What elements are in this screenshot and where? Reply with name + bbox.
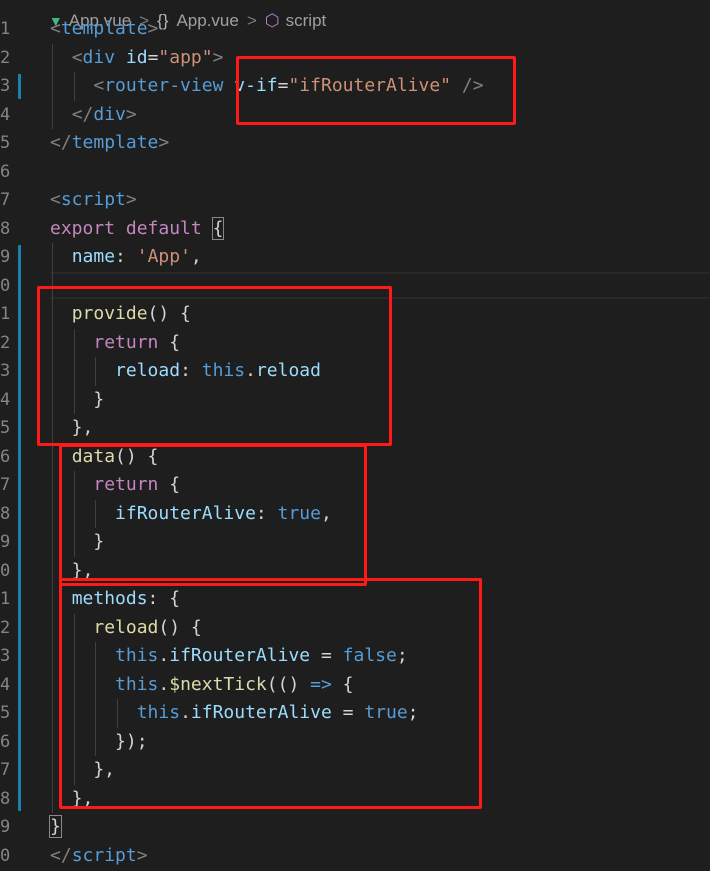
line-number: 3: [0, 361, 11, 381]
code-token: <: [50, 189, 61, 210]
code-token: script: [60, 189, 126, 210]
line-number: 4: [0, 389, 11, 410]
code-token: >: [158, 132, 170, 153]
line-number: 0: [0, 275, 11, 296]
line-number: 2: [0, 617, 11, 638]
line-number: 3: [0, 76, 11, 96]
line-number: 7: [0, 475, 11, 495]
breadcrumb-component[interactable]: App.vue: [176, 11, 238, 30]
line-number: 9: [0, 247, 11, 267]
line-number: 7: [0, 760, 11, 780]
code-token: </: [50, 132, 72, 153]
code-token: <: [71, 46, 83, 68]
code-token: <: [50, 18, 61, 39]
code-token: >: [125, 103, 137, 125]
code-token: =: [147, 46, 159, 68]
line-number: 8: [0, 788, 11, 809]
code-editor[interactable]: ▼ App.vue >{} App.vue > ⬡ script 1234567890123…: [0, 0, 710, 871]
code-token: default: [125, 217, 202, 239]
code-line[interactable]: </script>: [50, 842, 148, 871]
code-token: :: [115, 246, 137, 267]
line-number: 0: [0, 845, 11, 866]
highlight-box-methods: [59, 578, 482, 809]
code-token: </: [50, 844, 72, 866]
line-number: 9: [0, 532, 11, 552]
line-number: 7: [0, 190, 11, 210]
code-line[interactable]: <template>: [50, 15, 158, 44]
breadcrumb-section[interactable]: script: [286, 11, 327, 30]
code-line[interactable]: }: [49, 813, 62, 842]
breadcrumb: ▼ App.vue >{} App.vue > ⬡ script: [0, 0, 710, 30]
code-line[interactable]: <div id="app">: [50, 44, 224, 73]
breadcrumb-braces-icon: {}: [157, 11, 169, 30]
line-number: 5: [0, 133, 11, 153]
code-line[interactable]: </template>: [50, 129, 169, 158]
line-number: 6: [0, 731, 11, 752]
code-token: >: [147, 18, 159, 39]
highlight-box-provide: [37, 286, 392, 446]
highlight-box-v-if: [236, 56, 516, 125]
code-token: ,: [190, 246, 202, 267]
line-number: 4: [0, 104, 11, 125]
cube-icon: ⬡: [264, 11, 280, 30]
line-number: 5: [0, 703, 11, 723]
code-token: template: [60, 18, 148, 39]
code-token: >: [136, 844, 148, 866]
code-line[interactable]: </div>: [50, 101, 137, 130]
code-token: export: [50, 217, 116, 239]
code-line[interactable]: <script>: [50, 186, 137, 215]
code-token: >: [212, 46, 224, 68]
code-token: template: [71, 132, 159, 153]
line-number: 0: [0, 560, 11, 581]
line-number: 5: [0, 418, 11, 438]
highlight-box-data: [59, 444, 367, 586]
line-number: 3: [0, 646, 11, 666]
line-number: 8: [0, 503, 11, 524]
line-number: 6: [0, 161, 11, 182]
line-number: 6: [0, 446, 11, 467]
breadcrumb-separator-2: >: [246, 11, 257, 30]
code-token: script: [71, 844, 137, 866]
code-line[interactable]: export default {: [50, 215, 225, 244]
modified-line-indicator: [18, 245, 21, 811]
code-token: router-view: [104, 75, 224, 96]
code-token: <: [93, 75, 105, 96]
line-number: 2: [0, 47, 11, 68]
code-token: div: [82, 46, 116, 68]
code-token: >: [125, 189, 137, 210]
line-number: 2: [0, 332, 11, 353]
line-number: 1: [0, 304, 11, 324]
code-token: }: [49, 815, 62, 838]
line-number: 8: [0, 218, 11, 239]
code-token: id: [125, 46, 148, 68]
line-number: 1: [0, 589, 11, 609]
code-line[interactable]: name: 'App',: [50, 243, 202, 272]
modified-line-indicator: [18, 74, 21, 99]
code-token: div: [93, 103, 126, 125]
code-token: name: [71, 246, 116, 267]
line-number: 1: [0, 19, 11, 39]
line-number: 9: [0, 817, 11, 837]
code-token: {: [211, 216, 225, 240]
line-number: 4: [0, 674, 11, 695]
code-token: "app": [158, 46, 213, 68]
code-token: 'App': [136, 246, 191, 267]
code-token: </: [71, 103, 94, 125]
